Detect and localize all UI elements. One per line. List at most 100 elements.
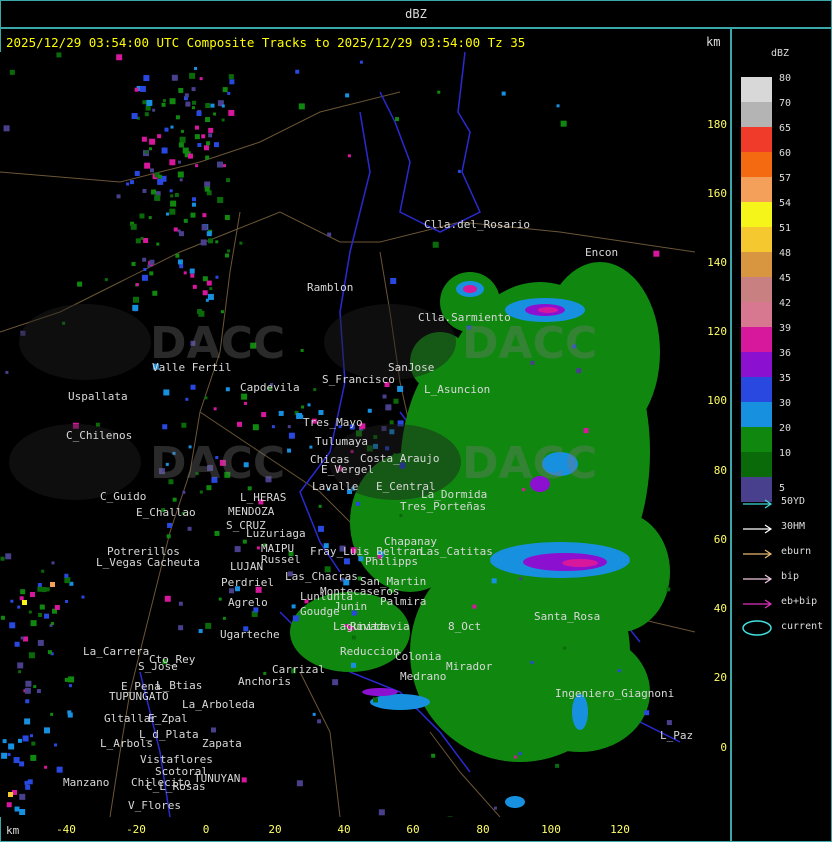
scale-swatch — [741, 327, 772, 352]
place-label: E_Zpal — [148, 712, 188, 725]
x-tick: 60 — [406, 823, 420, 836]
scale-label: 60 — [779, 148, 792, 159]
track-legend-item: bip — [741, 571, 829, 585]
track-legend-label: eburn — [781, 546, 812, 557]
scale-swatch — [741, 102, 772, 127]
track-legend-label: bip — [781, 571, 800, 582]
legend-title: dBZ — [771, 48, 790, 59]
scale-swatch — [741, 452, 772, 477]
y-tick: 20 — [713, 671, 727, 684]
y-tick: 160 — [707, 187, 727, 200]
scale-swatch — [741, 427, 772, 452]
track-arrow-icon — [743, 574, 773, 584]
place-label: Lunlunta — [300, 590, 353, 603]
x-tick: 100 — [541, 823, 561, 836]
title-bar-label: dBZ — [405, 7, 427, 21]
track-arrow-icon — [743, 549, 773, 559]
place-label: S_Francisco — [322, 373, 395, 386]
scale-label: 30 — [779, 398, 792, 409]
place-label: LUJAN — [230, 560, 264, 573]
x-tick: 0 — [202, 823, 210, 836]
y-tick: 120 — [707, 325, 727, 338]
place-label: Encon — [585, 246, 619, 259]
x-tick: 40 — [337, 823, 351, 836]
place-label: V_Flores — [128, 799, 181, 812]
scale-label: 57 — [779, 173, 792, 184]
place-label: Tres_Mayo — [303, 416, 363, 429]
place-label: C_Chilenos — [66, 429, 133, 442]
unit-label-top: km — [706, 35, 721, 49]
track-legend-item: 50YD — [741, 496, 829, 510]
scale-swatch — [741, 352, 772, 377]
track-legend-item: eburn — [741, 546, 829, 560]
y-tick: 60 — [713, 533, 727, 546]
scale-swatch — [741, 402, 772, 427]
place-label: Santa_Rosa — [534, 610, 601, 623]
track-legend-label: current — [781, 621, 824, 632]
x-tick: -20 — [126, 823, 146, 836]
track-arrow-icon — [743, 499, 773, 509]
y-tick: 40 — [713, 602, 727, 615]
scale-swatch — [741, 302, 772, 327]
place-label: Russel — [261, 553, 301, 566]
track-arrow-icon — [743, 599, 773, 609]
place-label: Costa_Araujo — [360, 452, 440, 465]
place-label: Tulumaya — [315, 435, 368, 448]
track-legend-label: eb+bip — [781, 596, 818, 607]
title-bar: dBZ — [0, 0, 832, 28]
scale-label: 5 — [779, 483, 786, 494]
place-label: Fray_Luis_Beltran — [310, 545, 423, 558]
track-legend-label: 30HM — [781, 521, 806, 532]
place-label: Ramblon — [307, 281, 354, 294]
place-label: Goudge — [300, 605, 340, 618]
place-label: L_Btias — [156, 679, 203, 692]
scale-label: 10 — [779, 448, 792, 459]
place-label: Anchoris — [238, 675, 291, 688]
scale-label: 70 — [779, 98, 792, 109]
scale-swatch — [741, 127, 772, 152]
scale-label: 42 — [779, 298, 792, 309]
place-label: E_Challao — [136, 506, 196, 519]
place-label: L_Paz — [660, 729, 694, 742]
scale-label: 45 — [779, 273, 792, 284]
scale-label: 48 — [779, 248, 792, 259]
place-label: L_HERAS — [240, 491, 287, 504]
scale-swatch — [741, 152, 772, 177]
track-legend-item: current — [741, 620, 829, 636]
place-label: Lavalle — [312, 480, 359, 493]
place-label: MENDOZA — [228, 505, 275, 518]
scale-label: 36 — [779, 348, 792, 359]
place-label: 8_Oct — [448, 620, 482, 633]
place-label: Manzano — [63, 776, 110, 789]
place-label: C_Guido — [100, 490, 147, 503]
watermark-dacc: DACC — [462, 318, 598, 369]
unit-label-bottom: km — [6, 824, 20, 837]
place-label: Lagunita — [333, 620, 386, 633]
track-legend-item: eb+bip — [741, 596, 829, 610]
scale-label: 39 — [779, 323, 792, 334]
place-label: Valle Fertil — [152, 361, 232, 374]
watermark-dacc: DACC — [462, 438, 598, 489]
place-label: La_Arboleda — [182, 698, 255, 711]
place-label: Colonia — [395, 650, 442, 663]
x-tick: 20 — [268, 823, 282, 836]
current-ellipse-icon — [742, 620, 772, 636]
scale-swatch — [741, 277, 772, 302]
place-label: Ugarteche — [220, 628, 280, 641]
scale-swatch — [741, 377, 772, 402]
place-label: Ingeniero_Giagnoni — [555, 687, 675, 700]
watermark-dacc: DACC — [150, 438, 286, 489]
place-label: Clla.del_Rosario — [424, 218, 530, 231]
place-label: Carrizal — [272, 663, 325, 676]
scale-label: 35 — [779, 373, 792, 384]
place-label: Las_Chacras — [285, 570, 358, 583]
place-label: Cacheuta — [147, 556, 200, 569]
scale-label: 51 — [779, 223, 792, 234]
place-label: Agrelo — [228, 596, 268, 609]
scale-swatch — [741, 252, 772, 277]
x-tick: 120 — [610, 823, 630, 836]
scale-label: 65 — [779, 123, 792, 134]
y-tick: 180 — [707, 118, 727, 131]
place-label: C_L_Rosas — [146, 780, 206, 793]
place-label: SanJose — [388, 361, 435, 374]
